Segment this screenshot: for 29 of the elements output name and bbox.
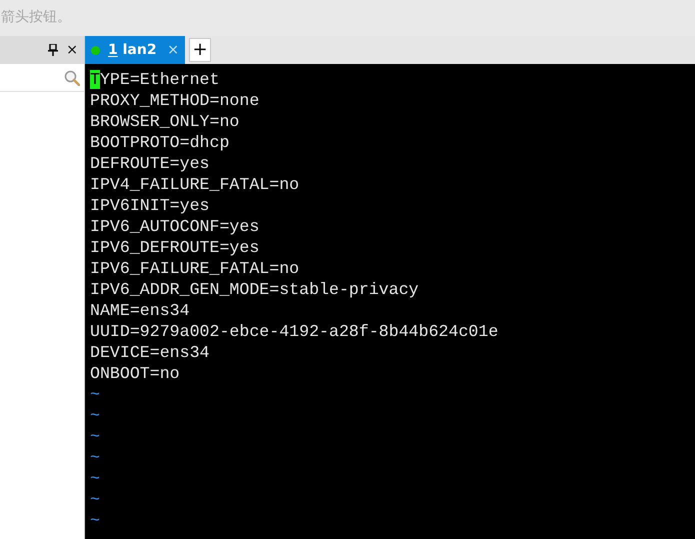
- hint-text: 箭头按钮。: [1, 9, 71, 25]
- new-tab-button[interactable]: +: [189, 38, 211, 62]
- terminal-line: PROXY_METHOD=none: [90, 91, 260, 110]
- terminal-line: IPV6_DEFROUTE=yes: [90, 238, 260, 257]
- terminal-line: TYPE=Ethernet: [90, 70, 220, 89]
- terminal-line: ONBOOT=no: [90, 364, 180, 383]
- empty-line-marker: ~: [90, 385, 100, 404]
- terminal-line: BOOTPROTO=dhcp: [90, 133, 230, 152]
- terminal-line: BROWSER_ONLY=no: [90, 112, 240, 131]
- close-button[interactable]: ×: [66, 43, 78, 57]
- search-icon: [64, 70, 80, 86]
- tab[interactable]: 1 lan2 ×: [85, 36, 185, 64]
- terminal-line: DEFROUTE=yes: [90, 154, 210, 173]
- terminal-line: IPV6_FAILURE_FATAL=no: [90, 259, 300, 278]
- empty-line-marker: ~: [90, 511, 100, 530]
- terminal-line: IPV6INIT=yes: [90, 196, 210, 215]
- empty-line-marker: ~: [90, 469, 100, 488]
- empty-line-marker: ~: [90, 490, 100, 509]
- empty-line-marker: ~: [90, 448, 100, 467]
- terminal-line: UUID=9279a002-ebce-4192-a28f-8b44b624c01e: [90, 322, 498, 341]
- terminal-line: IPV6_ADDR_GEN_MODE=stable-privacy: [90, 280, 419, 299]
- terminal-line: NAME=ens34: [90, 301, 190, 320]
- tab-label: 1 lan2: [108, 40, 157, 60]
- terminal-line: IPV4_FAILURE_FATAL=no: [90, 175, 300, 194]
- empty-line-marker: ~: [90, 406, 100, 425]
- terminal-line: DEVICE=ens34: [90, 343, 210, 362]
- terminal-line: IPV6_AUTOCONF=yes: [90, 217, 260, 236]
- pin-icon[interactable]: [48, 44, 58, 56]
- empty-line-marker: ~: [90, 427, 100, 446]
